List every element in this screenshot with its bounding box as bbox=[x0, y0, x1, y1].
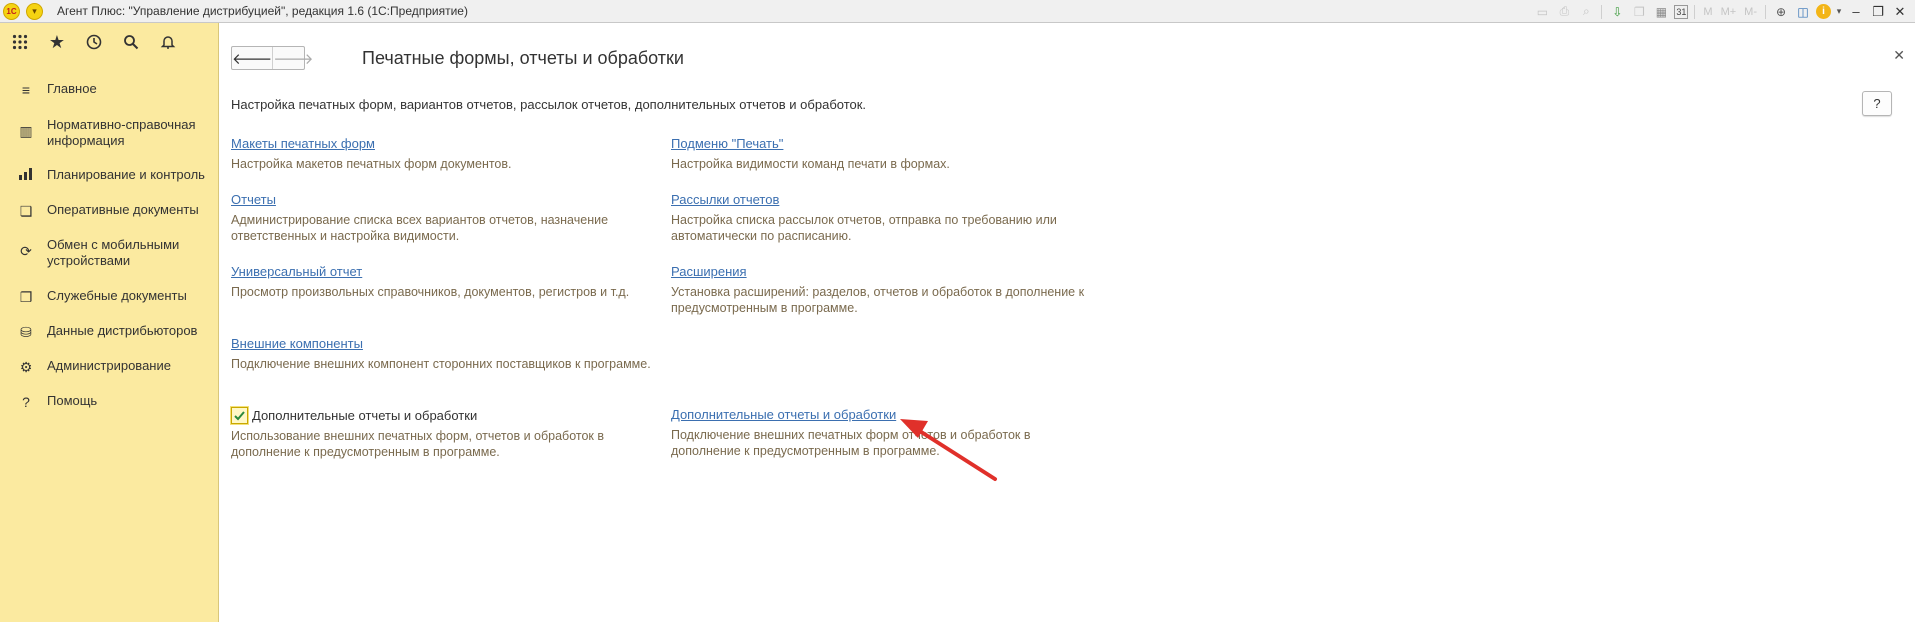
form-description: Настройка печатных форм, вариантов отчет… bbox=[231, 97, 867, 112]
sidebar-item-label: Оперативные документы bbox=[47, 202, 199, 217]
sidebar-item-label: Помощь bbox=[47, 393, 98, 408]
sidebar-item-service-docs[interactable]: ❐ Служебные документы bbox=[0, 288, 218, 306]
back-arrow-icon[interactable]: 🡐 bbox=[232, 47, 274, 69]
print-templates-link[interactable]: Макеты печатных форм bbox=[231, 136, 375, 152]
sidebar-item-label: Главное bbox=[47, 81, 97, 96]
minimize-button[interactable]: – bbox=[1847, 3, 1865, 21]
print-submenu-link[interactable]: Подменю "Печать" bbox=[671, 136, 783, 152]
memory-minus-button[interactable]: M- bbox=[1742, 3, 1759, 21]
main-menu-chevron-down-icon[interactable]: ▾ bbox=[26, 2, 43, 20]
chart-icon bbox=[17, 167, 35, 180]
service-docs-icon: ❐ bbox=[19, 289, 33, 305]
menu-lines-icon: ≡ bbox=[21, 82, 31, 98]
print-icon[interactable]: ⎙ bbox=[1555, 3, 1573, 21]
additional-reports-checkbox-note: Использование внешних печатных форм, отч… bbox=[231, 429, 605, 459]
sections-panel: ★ ≡ Главное ▥ Нормативно-справочная инфо… bbox=[0, 23, 219, 622]
preview-icon[interactable]: ⌕ bbox=[1577, 3, 1595, 21]
apps-grid-icon[interactable] bbox=[10, 32, 30, 52]
additional-reports-link-note: Подключение внешних печатных форм отчето… bbox=[671, 428, 1031, 458]
form-area: 🡐 🡒 Печатные формы, отчеты и обработки ✕… bbox=[220, 23, 1915, 622]
reports-block: Отчеты Администрирование списка всех вар… bbox=[231, 192, 661, 244]
chevron-down-icon[interactable]: ▾ bbox=[1835, 3, 1843, 21]
app-logo-icon[interactable]: 1С bbox=[3, 2, 20, 20]
extensions-note: Установка расширений: разделов, отчетов … bbox=[671, 285, 1085, 315]
report-mailings-link[interactable]: Рассылки отчетов bbox=[671, 192, 779, 208]
divider bbox=[1601, 4, 1603, 19]
additional-reports-checkbox-block: Дополнительные отчеты и обработки Исполь… bbox=[231, 407, 661, 460]
sidebar-item-administration[interactable]: ⚙ Администрирование bbox=[0, 358, 218, 376]
print-templates-block: Макеты печатных форм Настройка макетов п… bbox=[231, 136, 661, 172]
print-templates-note: Настройка макетов печатных форм документ… bbox=[231, 157, 512, 171]
sidebar-item-help[interactable]: ? Помощь bbox=[0, 393, 218, 410]
external-components-note: Подключение внешних компонент сторонних … bbox=[231, 357, 651, 371]
history-nav-buttons: 🡐 🡒 bbox=[231, 46, 313, 70]
export-icon[interactable]: ⇩ bbox=[1608, 3, 1626, 21]
notifications-bell-icon[interactable] bbox=[158, 32, 178, 52]
sidebar-item-planning[interactable]: Планирование и контроль bbox=[0, 167, 218, 183]
history-icon[interactable] bbox=[84, 32, 104, 52]
additional-reports-checkbox-label: Дополнительные отчеты и обработки bbox=[252, 408, 478, 423]
report-mailings-block: Рассылки отчетов Настройка списка рассыл… bbox=[671, 192, 1101, 244]
title-toolbar: ▭ ⎙ ⌕ ⇩ ❐ ▦ 31 M M+ M- ⊕ ◫ i ▾ – ❐ ✕ bbox=[1533, 0, 1909, 23]
sidebar-item-operational-docs[interactable]: ❏ Оперативные документы bbox=[0, 202, 218, 220]
save-icon[interactable]: ▭ bbox=[1533, 3, 1551, 21]
additional-reports-link[interactable]: Дополнительные отчеты и обработки bbox=[671, 407, 896, 423]
extensions-link[interactable]: Расширения bbox=[671, 264, 747, 280]
sidebar-item-label: Служебные документы bbox=[47, 288, 187, 303]
sidebar-item-label: Планирование и контроль bbox=[47, 167, 205, 182]
help-button[interactable]: ? bbox=[1862, 91, 1892, 116]
sidebar-item-reference-info[interactable]: ▥ Нормативно-справочная информация bbox=[0, 117, 218, 149]
info-icon[interactable]: i bbox=[1816, 4, 1831, 19]
forward-arrow-icon[interactable]: 🡒 bbox=[273, 47, 313, 69]
sidebar-item-label: Данные дистрибьюторов bbox=[47, 323, 198, 338]
sidebar-item-main[interactable]: ≡ Главное bbox=[0, 81, 218, 98]
reports-note: Администрирование списка всех вариантов … bbox=[231, 213, 609, 243]
table-icon[interactable]: ▦ bbox=[1652, 3, 1670, 21]
title-bar: 1С ▾ Агент Плюс: "Управление дистрибуцие… bbox=[0, 0, 1915, 23]
search-icon[interactable] bbox=[121, 32, 141, 52]
sidebar-toolbar: ★ bbox=[0, 23, 218, 61]
page-title: Печатные формы, отчеты и обработки bbox=[362, 48, 684, 68]
gear-icon: ⚙ bbox=[19, 359, 33, 375]
divider bbox=[1765, 4, 1766, 19]
universal-report-block: Универсальный отчет Просмотр произвольны… bbox=[231, 264, 661, 300]
print-submenu-note: Настройка видимости команд печати в форм… bbox=[671, 157, 950, 171]
memory-m-button[interactable]: M bbox=[1701, 3, 1714, 21]
additional-reports-checkbox-row[interactable]: Дополнительные отчеты и обработки bbox=[231, 407, 661, 424]
reports-link[interactable]: Отчеты bbox=[231, 192, 276, 208]
catalog-icon: ▥ bbox=[19, 123, 33, 139]
additional-reports-link-block: Дополнительные отчеты и обработки Подклю… bbox=[671, 407, 1101, 459]
favorites-star-icon[interactable]: ★ bbox=[47, 32, 67, 52]
close-icon[interactable]: ✕ bbox=[1893, 47, 1905, 64]
sidebar-item-label: Администрирование bbox=[47, 358, 171, 373]
divider bbox=[1694, 4, 1696, 19]
external-components-block: Внешние компоненты Подключение внешних к… bbox=[231, 336, 661, 372]
print-submenu-block: Подменю "Печать" Настройка видимости ком… bbox=[671, 136, 1101, 172]
sync-icon: ⟳ bbox=[20, 243, 32, 259]
sidebar-item-distributor-data[interactable]: ⛁ Данные дистрибьюторов bbox=[0, 323, 218, 341]
window-title: Агент Плюс: "Управление дистрибуцией", р… bbox=[57, 4, 468, 18]
sidebar-item-mobile-exchange[interactable]: ⟳ Обмен с мобильными устройствами bbox=[0, 237, 218, 269]
sidebar-item-label: Нормативно-справочная информация bbox=[47, 117, 196, 148]
report-mailings-note: Настройка списка рассылок отчетов, отпра… bbox=[671, 213, 1057, 243]
zoom-icon[interactable]: ⊕ bbox=[1772, 3, 1790, 21]
close-window-button[interactable]: ✕ bbox=[1891, 3, 1909, 21]
documents-icon: ❏ bbox=[19, 203, 33, 219]
help-icon: ? bbox=[22, 394, 30, 410]
universal-report-link[interactable]: Универсальный отчет bbox=[231, 264, 362, 280]
sidebar-item-label: Обмен с мобильными устройствами bbox=[47, 237, 180, 268]
calendar-icon[interactable]: 31 bbox=[1674, 4, 1689, 19]
universal-report-note: Просмотр произвольных справочников, доку… bbox=[231, 285, 630, 299]
panel-layout-icon[interactable]: ◫ bbox=[1794, 3, 1812, 21]
additional-reports-checkbox[interactable] bbox=[231, 407, 248, 424]
distributor-data-icon: ⛁ bbox=[20, 324, 32, 340]
copy-icon[interactable]: ❐ bbox=[1630, 3, 1648, 21]
checkmark-icon bbox=[234, 411, 245, 421]
extensions-block: Расширения Установка расширений: раздело… bbox=[671, 264, 1101, 316]
memory-plus-button[interactable]: M+ bbox=[1719, 3, 1739, 21]
external-components-link[interactable]: Внешние компоненты bbox=[231, 336, 363, 352]
restore-button[interactable]: ❐ bbox=[1869, 3, 1887, 21]
